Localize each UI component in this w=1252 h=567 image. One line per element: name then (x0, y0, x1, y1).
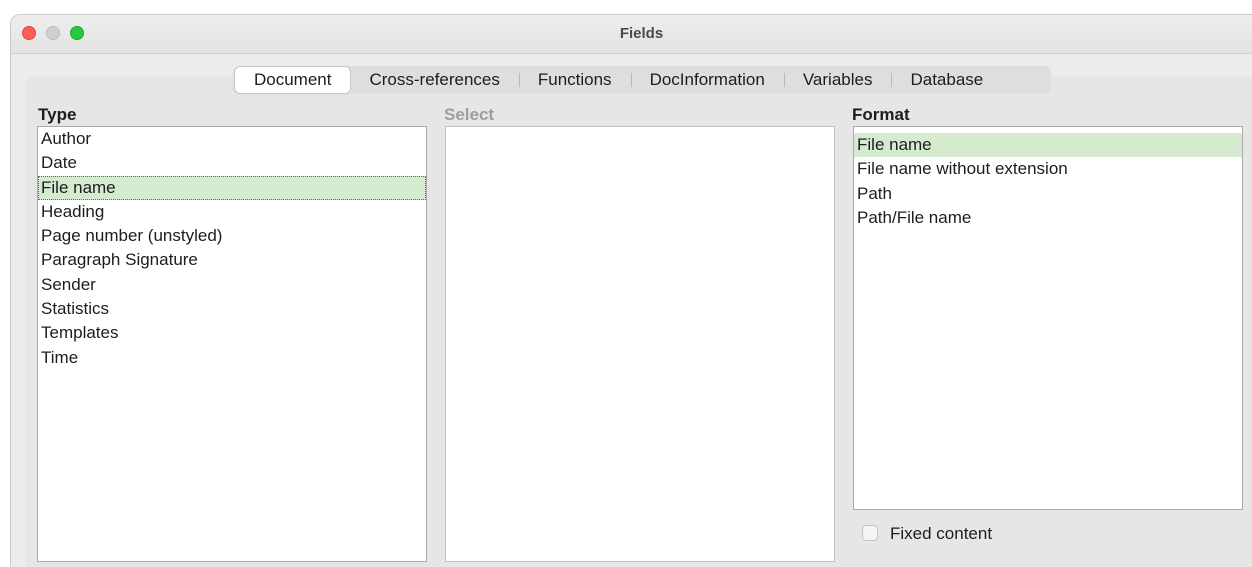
tab-cross-references[interactable]: Cross-references (350, 67, 518, 93)
type-label: Type (38, 105, 77, 124)
format-item-file-name[interactable]: File name (854, 133, 1242, 158)
type-item-time[interactable]: Time (38, 346, 426, 370)
format-list[interactable]: File name File name without extension Pa… (853, 126, 1243, 510)
window-title: Fields (619, 25, 664, 42)
fields-dialog: Fields Document Cross-references Functio… (10, 14, 1252, 567)
type-item-date[interactable]: Date (38, 151, 426, 175)
fixed-content-checkbox[interactable] (862, 525, 878, 541)
tab-bar: Document Cross-references Functions DocI… (233, 66, 1051, 94)
tab-document[interactable]: Document (235, 67, 351, 93)
type-item-heading[interactable]: Heading (38, 200, 426, 224)
format-item-file-name-without-extension[interactable]: File name without extension (854, 157, 1242, 181)
tab-variables[interactable]: Variables (783, 67, 892, 93)
format-label: Format (852, 105, 910, 124)
select-list[interactable] (445, 126, 835, 562)
select-label: Select (444, 105, 495, 124)
title-bar: Fields (11, 15, 1252, 54)
tab-database[interactable]: Database (891, 67, 1002, 93)
type-item-author[interactable]: Author (38, 127, 426, 151)
type-item-templates[interactable]: Templates (38, 321, 426, 345)
format-item-path[interactable]: Path (854, 182, 1242, 206)
type-item-page-number-unstyled[interactable]: Page number (unstyled) (38, 224, 426, 248)
type-item-paragraph-signature[interactable]: Paragraph Signature (38, 248, 426, 272)
fixed-content-label[interactable]: Fixed content (890, 524, 992, 544)
type-item-statistics[interactable]: Statistics (38, 297, 426, 321)
type-item-sender[interactable]: Sender (38, 273, 426, 297)
type-item-file-name[interactable]: File name (38, 175, 426, 200)
tab-docinformation[interactable]: DocInformation (630, 67, 784, 93)
tab-functions[interactable]: Functions (518, 67, 631, 93)
format-item-path-file-name[interactable]: Path/File name (854, 206, 1242, 230)
type-list[interactable]: Author Date File name Heading Page numbe… (37, 126, 427, 562)
